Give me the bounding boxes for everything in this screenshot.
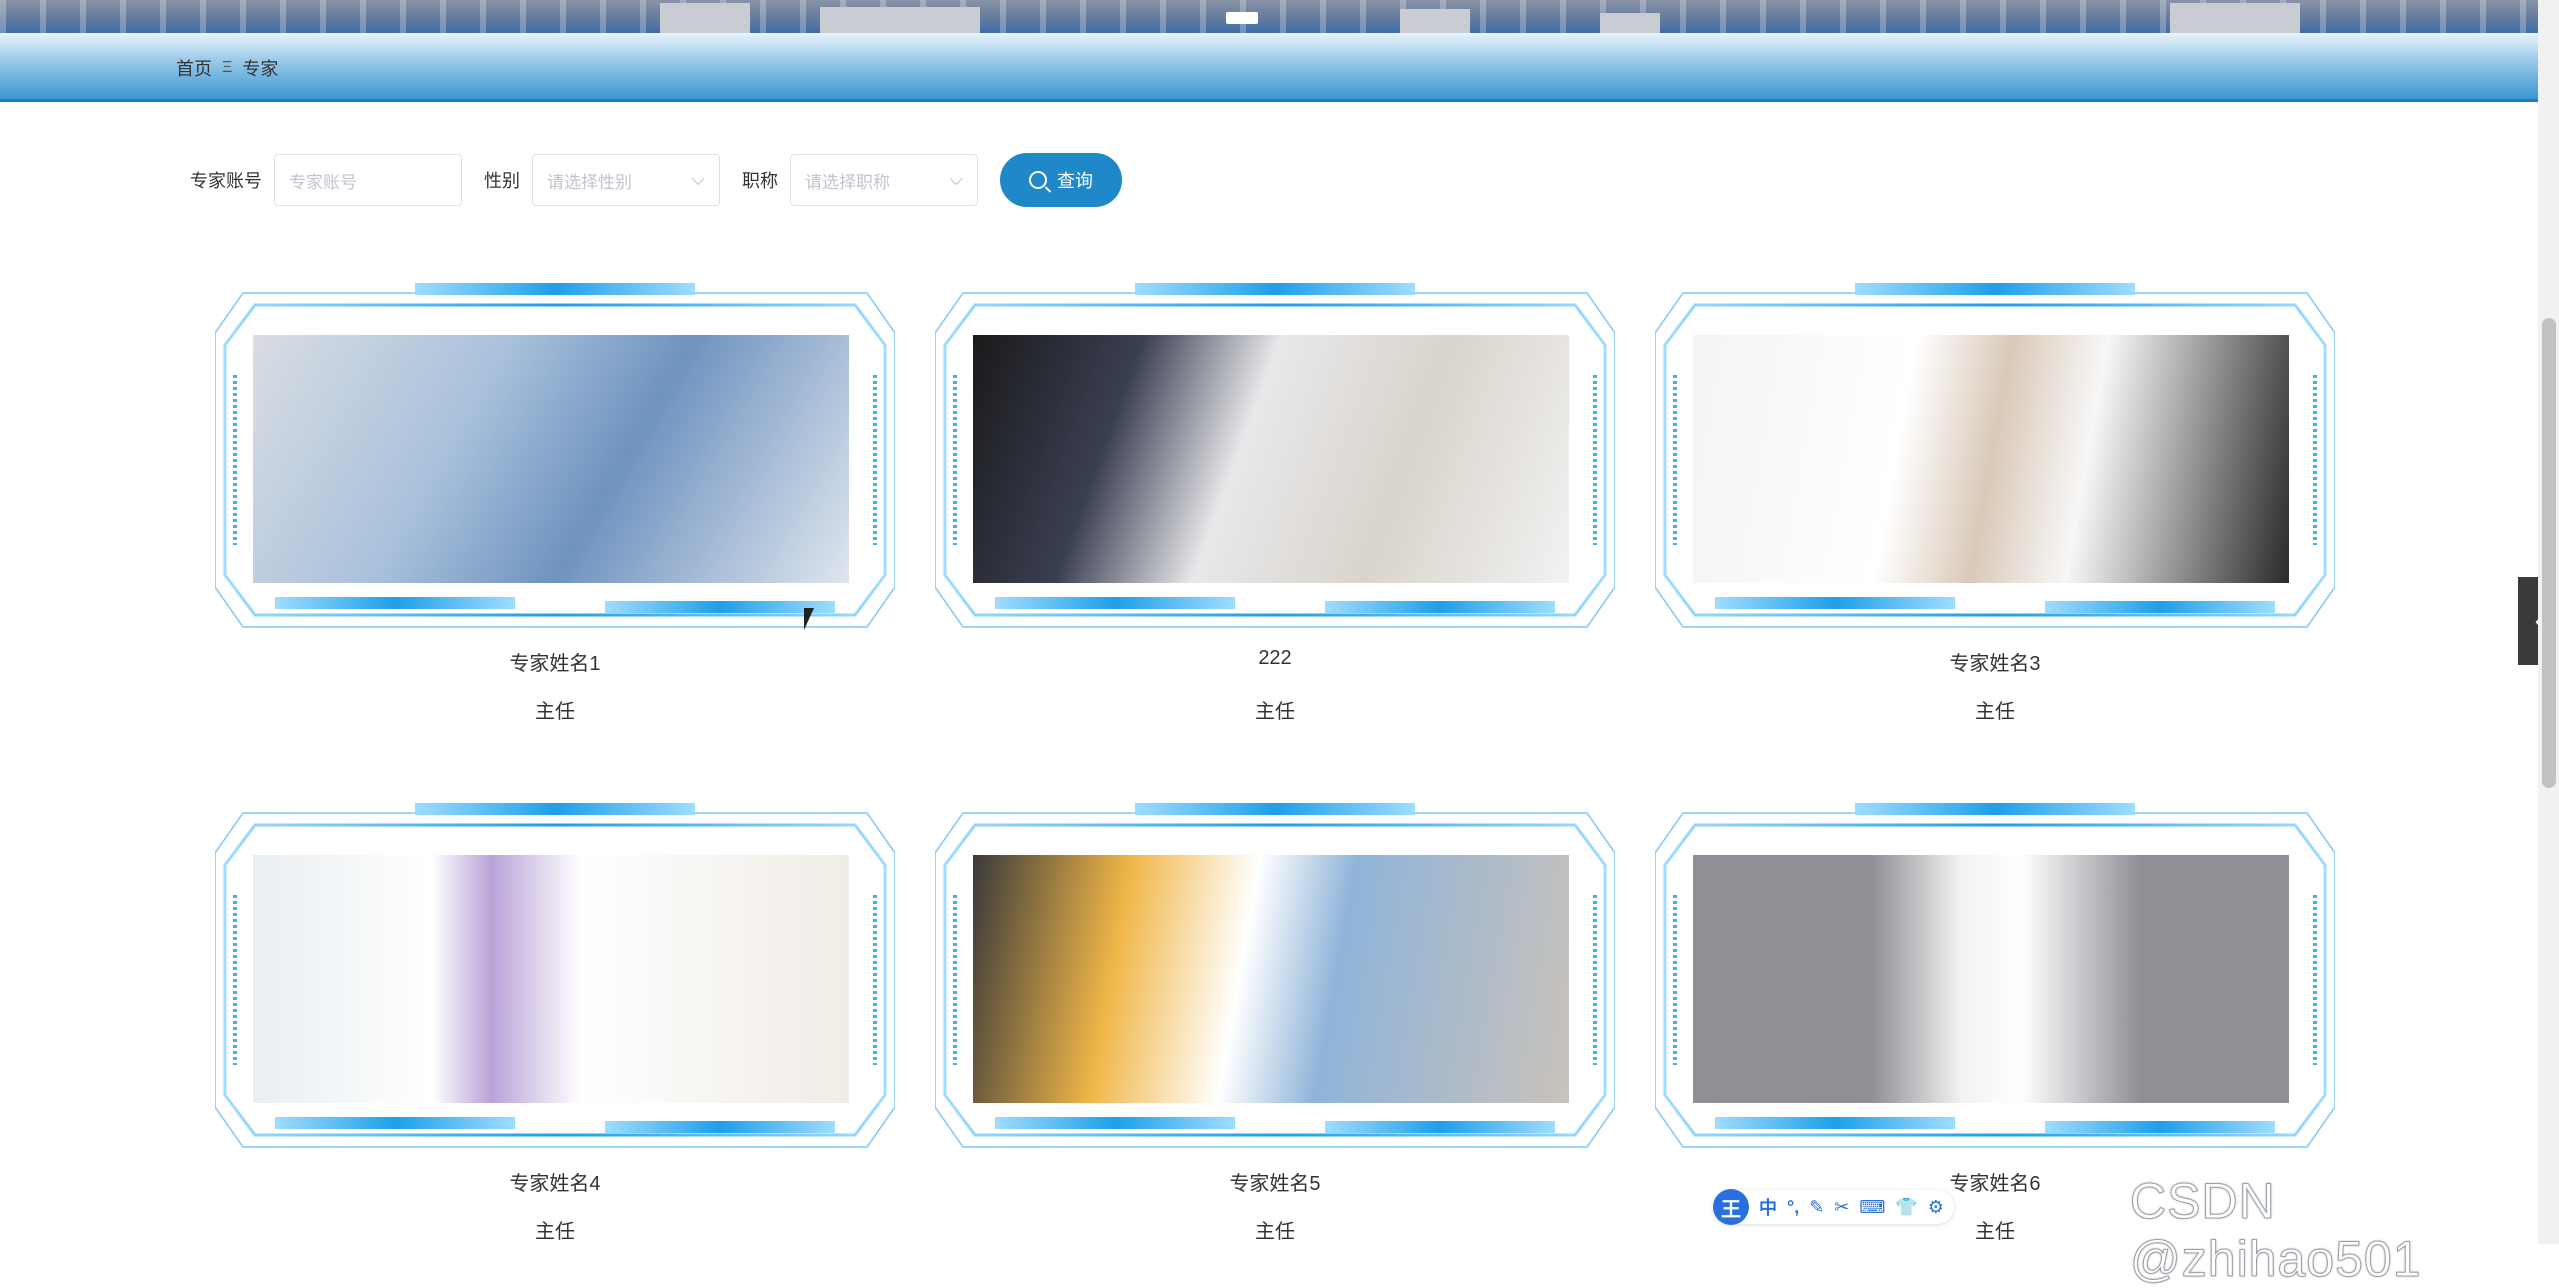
shirt-icon[interactable]: 👕 xyxy=(1895,1197,1917,1218)
ime-language-toggle[interactable]: 中 xyxy=(1759,1194,1777,1220)
title-select-placeholder: 请选择职称 xyxy=(805,172,890,192)
title-label: 职称 xyxy=(742,171,778,191)
expert-card[interactable]: 专家姓名6 主任 xyxy=(1654,795,2336,1243)
gender-select-placeholder: 请选择性别 xyxy=(547,172,632,192)
expert-photo[interactable] xyxy=(973,335,1569,583)
breadcrumb-current: 专家 xyxy=(242,59,279,79)
search-icon xyxy=(1029,171,1047,189)
expert-photo[interactable] xyxy=(1693,335,2289,583)
breadcrumb-home-link[interactable]: 首页 xyxy=(176,55,212,81)
expert-name[interactable]: 专家姓名3 xyxy=(1655,647,2335,676)
account-label: 专家账号 xyxy=(190,171,262,191)
expert-name[interactable]: 222 xyxy=(935,647,1615,670)
watermark: CSDN @zhihao501 xyxy=(2130,1173,2422,1288)
scrollbar[interactable] xyxy=(2538,0,2559,1244)
gear-icon[interactable]: ⚙ xyxy=(1928,1197,1944,1218)
breadcrumb-separator-icon: Ξ xyxy=(222,59,233,76)
expert-name[interactable]: 专家姓名5 xyxy=(935,1167,1615,1196)
expert-name[interactable]: 专家姓名1 xyxy=(215,647,895,676)
title-select[interactable]: 请选择职称 ⌵ xyxy=(790,154,978,206)
expert-name[interactable]: 专家姓名4 xyxy=(215,1167,895,1196)
expert-photo[interactable] xyxy=(253,335,849,583)
top-banner-image xyxy=(0,0,2538,33)
keyboard-icon[interactable]: ⌨ xyxy=(1859,1197,1885,1218)
expert-card[interactable]: 专家姓名3 主任 xyxy=(1654,275,2336,723)
expert-card[interactable]: 222 主任 xyxy=(934,275,1616,723)
expert-title: 主任 xyxy=(535,1221,575,1243)
scissors-icon[interactable]: ✂ xyxy=(1834,1197,1849,1218)
breadcrumb: 首页 Ξ 专家 xyxy=(176,55,278,81)
account-input-placeholder: 专家账号 xyxy=(289,172,357,192)
expert-title: 主任 xyxy=(1975,701,2015,723)
expert-photo[interactable] xyxy=(253,855,849,1103)
pen-icon[interactable]: ✎ xyxy=(1809,1197,1824,1218)
query-button-label: 查询 xyxy=(1057,171,1093,191)
expert-photo[interactable] xyxy=(973,855,1569,1103)
scrollbar-thumb[interactable] xyxy=(2542,318,2556,788)
expert-title: 主任 xyxy=(1255,701,1295,723)
gender-select[interactable]: 请选择性别 ⌵ xyxy=(532,154,720,206)
search-bar: 专家账号 专家账号 性别 请选择性别 ⌵ 职称 请选择职称 ⌵ 查询 xyxy=(190,152,1122,208)
banner-carousel-dots[interactable] xyxy=(1226,12,1258,24)
query-button[interactable]: 查询 xyxy=(1000,153,1122,207)
mouse-cursor-icon xyxy=(804,608,814,630)
expert-title: 主任 xyxy=(1255,1221,1295,1243)
expert-photo[interactable] xyxy=(1693,855,2289,1103)
breadcrumb-bar: 首页 Ξ 专家 xyxy=(0,33,2538,102)
ime-toolbar[interactable]: 王 中 °, ✎ ✂ ⌨ 👕 ⚙ xyxy=(1713,1189,1954,1225)
carousel-dot-active[interactable] xyxy=(1226,12,1258,24)
account-input[interactable]: 专家账号 xyxy=(274,154,462,206)
expert-card[interactable]: 专家姓名5 主任 xyxy=(934,795,1616,1243)
punctuation-icon[interactable]: °, xyxy=(1787,1197,1799,1218)
gender-label: 性别 xyxy=(484,171,520,191)
expert-title: 主任 xyxy=(535,701,575,723)
chevron-down-icon: ⌵ xyxy=(691,169,705,189)
ime-logo-icon[interactable]: 王 xyxy=(1713,1189,1749,1225)
chevron-down-icon: ⌵ xyxy=(949,169,963,189)
expert-card[interactable]: 专家姓名4 主任 xyxy=(214,795,896,1243)
expert-card[interactable]: 专家姓名1 主任 xyxy=(214,275,896,723)
